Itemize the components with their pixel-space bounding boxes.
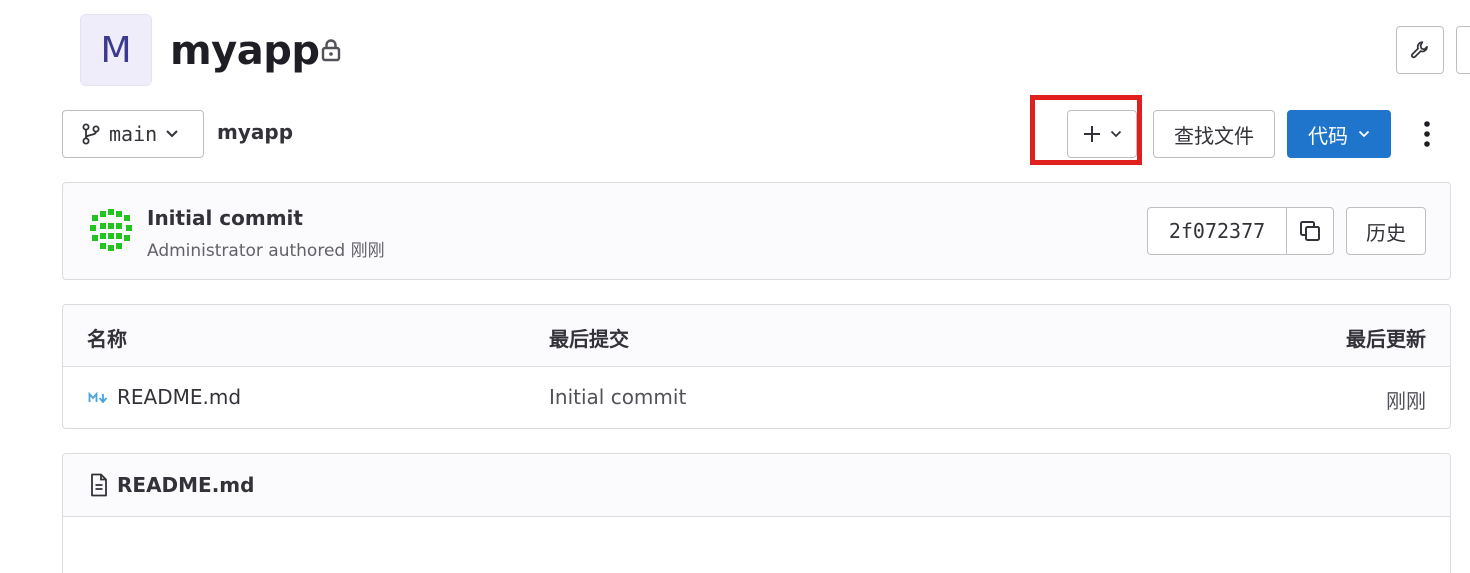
table-row[interactable] <box>63 367 1450 428</box>
chevron-down-icon <box>1110 130 1122 138</box>
more-header-button[interactable] <box>1456 26 1470 74</box>
markdown-icon <box>88 391 108 404</box>
file-icon <box>91 473 107 497</box>
user-identicon[interactable] <box>88 207 134 253</box>
commit-sha-group: 2f072377 <box>1147 207 1334 255</box>
project-avatar[interactable]: M <box>80 14 152 86</box>
lock-icon <box>321 39 341 62</box>
branch-selector[interactable]: main <box>62 110 204 158</box>
more-actions-button[interactable] <box>1414 116 1440 152</box>
wrench-icon <box>1410 41 1428 59</box>
readme-header: README.md <box>63 454 1450 517</box>
commit-title[interactable]: Initial commit <box>147 206 303 230</box>
readme-title[interactable]: README.md <box>117 473 254 497</box>
file-last-commit-link[interactable]: Initial commit <box>549 385 686 409</box>
branch-name: main <box>109 122 158 146</box>
code-dropdown-button[interactable]: 代码 <box>1287 110 1391 158</box>
file-last-update: 刚刚 <box>1386 389 1426 413</box>
project-title: myapp <box>170 28 320 74</box>
commit-sha[interactable]: 2f072377 <box>1148 208 1287 254</box>
copy-sha-button[interactable] <box>1287 208 1333 254</box>
branch-icon <box>82 123 100 145</box>
header-last-commit: 最后提交 <box>549 327 629 351</box>
chevron-down-icon <box>1358 130 1370 138</box>
chevron-down-icon <box>166 130 178 138</box>
kebab-icon <box>1424 121 1430 147</box>
breadcrumb[interactable]: myapp <box>217 120 293 144</box>
file-name-link[interactable]: README.md <box>117 385 241 409</box>
file-table: 名称 最后提交 最后更新 <box>62 304 1451 429</box>
copy-icon <box>1300 221 1320 241</box>
table-header: 名称 最后提交 最后更新 <box>63 305 1450 367</box>
code-button-label: 代码 <box>1308 125 1348 148</box>
history-button[interactable]: 历史 <box>1346 207 1426 255</box>
plus-icon <box>1084 126 1100 142</box>
readme-card: README.md <box>62 453 1451 573</box>
commit-author-line: Administrator authored 刚刚 <box>147 241 385 261</box>
header-name: 名称 <box>87 327 127 351</box>
settings-button[interactable] <box>1396 26 1444 74</box>
header-last-update: 最后更新 <box>1346 327 1426 351</box>
add-dropdown-button[interactable] <box>1067 110 1137 158</box>
find-file-button[interactable]: 查找文件 <box>1153 110 1275 158</box>
